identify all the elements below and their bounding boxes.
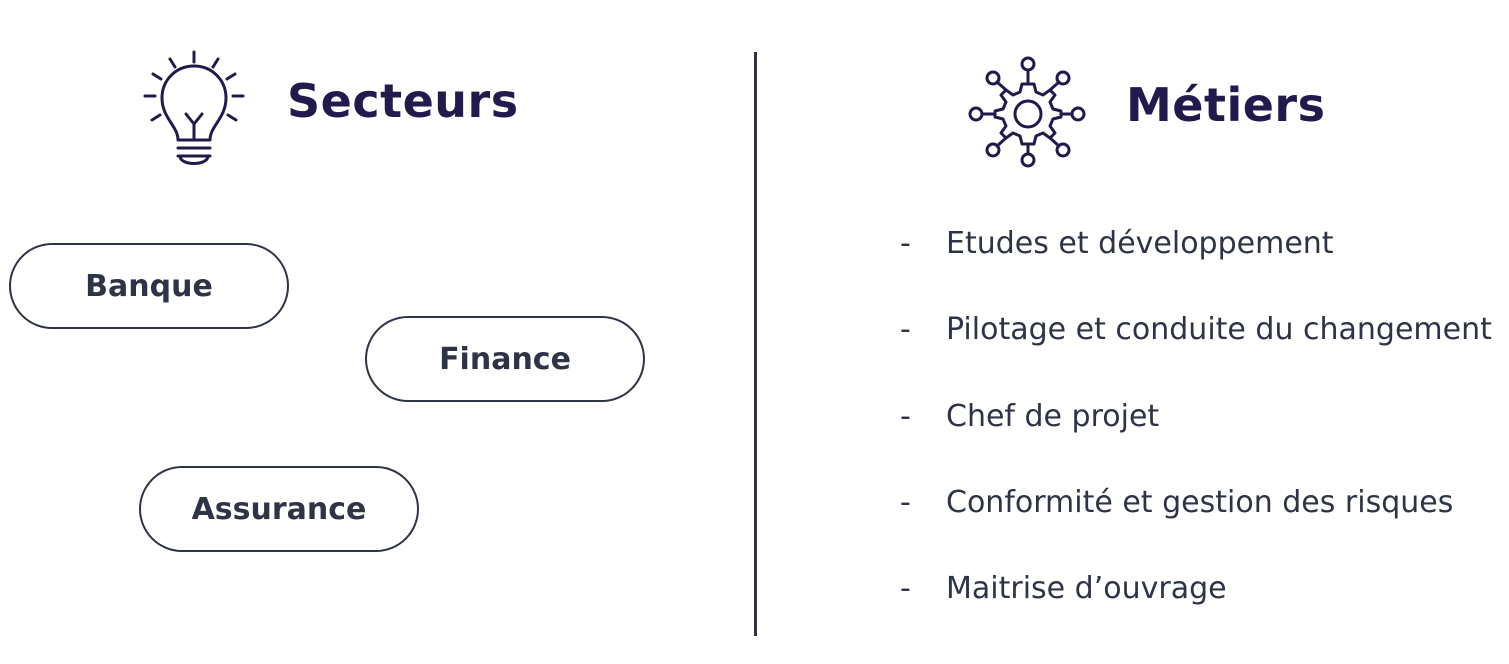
sector-pill-banque[interactable]: Banque (9, 243, 289, 329)
list-item-label: Etudes et développement (946, 225, 1334, 261)
list-bullet: - (900, 398, 911, 434)
list-item: - Conformité et gestion des risques (900, 482, 1453, 522)
list-item-label: Pilotage et conduite du changement (946, 311, 1492, 347)
list-item: - Chef de projet (900, 396, 1159, 436)
list-bullet: - (900, 570, 911, 606)
list-item-label: Chef de projet (946, 398, 1160, 434)
list-bullet: - (900, 484, 911, 520)
list-item-label: Conformité et gestion des risques (946, 484, 1454, 520)
column-divider (754, 52, 757, 636)
list-item-label: Maitrise d’ouvrage (946, 570, 1227, 606)
secteurs-heading: Secteurs (287, 74, 519, 128)
gear-network-icon (968, 54, 1088, 170)
lightbulb-icon (140, 48, 248, 174)
list-item: - Maitrise d’ouvrage (900, 568, 1227, 608)
list-item: - Pilotage et conduite du changement (900, 309, 1492, 349)
list-bullet: - (900, 311, 911, 347)
secteurs-title: Secteurs (287, 74, 519, 128)
list-item: - Etudes et développement (900, 223, 1334, 263)
sector-pill-finance[interactable]: Finance (365, 316, 645, 402)
sector-pill-assurance[interactable]: Assurance (139, 466, 419, 552)
list-bullet: - (900, 225, 911, 261)
metiers-title: Métiers (1126, 78, 1326, 132)
metiers-heading: Métiers (1126, 78, 1326, 132)
